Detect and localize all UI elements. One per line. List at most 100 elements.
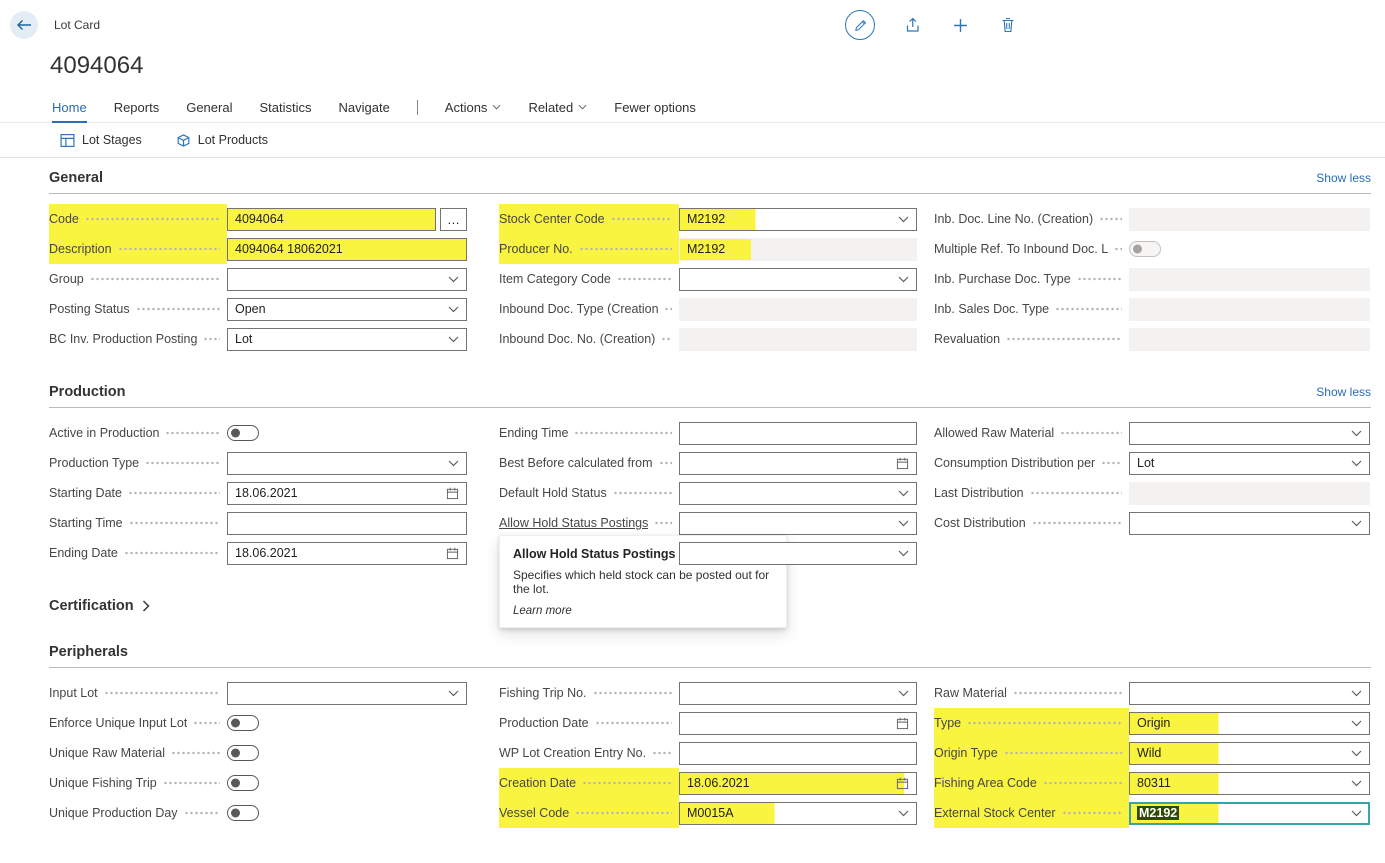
dotted-leader <box>1060 431 1122 435</box>
show-less-link[interactable]: Show less <box>1316 171 1371 185</box>
tab-related[interactable]: Related <box>528 92 587 122</box>
tab-label: Related <box>528 100 573 115</box>
label-group: Code <box>49 204 227 234</box>
field-fishing-area-code-select[interactable]: 80311 <box>1129 772 1370 795</box>
tooltip-learn-more-link[interactable]: Learn more <box>513 605 773 617</box>
lot-stages-button[interactable]: Lot Stages <box>60 133 142 148</box>
tab-home[interactable]: Home <box>52 92 87 122</box>
field-production-date-label: Production Date <box>499 716 589 730</box>
field-code-assist-button[interactable]: … <box>440 208 467 231</box>
share-button[interactable] <box>901 10 923 40</box>
field-last-distribution-input <box>1129 482 1370 505</box>
field-item-category-code-select[interactable] <box>679 268 917 291</box>
field-group-select[interactable] <box>227 268 467 291</box>
field-unique-fishing-trip-toggle[interactable] <box>227 775 259 791</box>
tab-statistics[interactable]: Statistics <box>259 92 311 122</box>
dotted-leader <box>611 217 672 221</box>
field-control <box>1129 241 1370 257</box>
tab-actions[interactable]: Actions <box>445 92 502 122</box>
field-production-date-date-input[interactable] <box>679 712 917 735</box>
tab-divider <box>417 100 418 115</box>
field-raw-material-select[interactable] <box>1129 682 1370 705</box>
field-fishing-trip-no-label: Fishing Trip No. <box>499 686 587 700</box>
section-title-certification[interactable]: Certification <box>49 598 134 614</box>
field-row-production-date: Production Date <box>499 708 917 738</box>
field-vessel-code-label: Vessel Code <box>499 806 569 820</box>
section-title-general[interactable]: General <box>49 170 103 186</box>
field-inbound-doc-no-creation-input <box>679 328 917 351</box>
field-allow-hold-status-postings-select[interactable] <box>679 512 917 535</box>
field-posting-status-select[interactable]: Open <box>227 298 467 321</box>
field-control <box>1129 268 1370 291</box>
tab-navigate[interactable]: Navigate <box>338 92 389 122</box>
new-button[interactable] <box>949 10 971 40</box>
field-fishing-trip-no-select[interactable] <box>679 682 917 705</box>
label-group: Unique Production Day <box>49 798 227 828</box>
field-stock-center-code-select[interactable]: M2192 <box>679 208 917 231</box>
section-title-peripherals[interactable]: Peripherals <box>49 644 128 660</box>
dotted-leader <box>129 521 220 525</box>
field-value: 18.06.2021 <box>235 546 446 560</box>
field-consumption-distribution-per-select[interactable]: Lot <box>1129 452 1370 475</box>
dotted-leader <box>664 307 672 311</box>
field-ending-date-date-input[interactable]: 18.06.2021 <box>227 542 467 565</box>
lot-products-button[interactable]: Lot Products <box>176 133 268 148</box>
field-production-type-select[interactable] <box>227 452 467 475</box>
field-description-input[interactable]: 4094064 18062021 <box>227 238 467 261</box>
field-cost-distribution-select[interactable] <box>1129 512 1370 535</box>
field-ending-time-input[interactable] <box>679 422 917 445</box>
field-inb-sales-doc-type-input <box>1129 298 1370 321</box>
dotted-leader <box>203 337 220 341</box>
field-type-label: Type <box>934 716 961 730</box>
field-control: 4094064 18062021 <box>227 238 467 261</box>
back-button[interactable] <box>10 11 38 39</box>
field-control: Lot <box>227 328 467 351</box>
field-row-multiple-ref-to-inbound-doc-l: Multiple Ref. To Inbound Doc. L... <box>934 234 1370 264</box>
field-external-stock-center-select[interactable]: M2192 <box>1129 802 1370 825</box>
field-production-type-label: Production Type <box>49 456 139 470</box>
field-starting-time-input[interactable] <box>227 512 467 535</box>
field-unique-production-day-label: Unique Production Day <box>49 806 178 820</box>
tab-reports[interactable]: Reports <box>114 92 160 122</box>
field-unique-production-day-toggle[interactable] <box>227 805 259 821</box>
field-allowed-raw-material-label: Allowed Raw Material <box>934 426 1054 440</box>
field-wp-lot-creation-entry-no-input[interactable] <box>679 742 917 765</box>
field-inb-purchase-doc-type-input <box>1129 268 1370 291</box>
field-origin-type-select[interactable]: Wild <box>1129 742 1370 765</box>
label-group: WP Lot Creation Entry No. <box>499 738 679 768</box>
field-bc-inv-production-posting-select[interactable]: Lot <box>227 328 467 351</box>
show-less-link[interactable]: Show less <box>1316 385 1371 399</box>
field-control <box>679 712 917 735</box>
field-default-hold-status-select[interactable] <box>679 482 917 505</box>
tab-general[interactable]: General <box>186 92 232 122</box>
section-title-production[interactable]: Production <box>49 384 126 400</box>
field-control: Wild <box>1129 742 1370 765</box>
label-group: Best Before calculated from <box>499 448 679 478</box>
field-code-input[interactable]: 4094064 <box>227 208 436 231</box>
chevron-down-icon <box>578 104 587 110</box>
field-multiple-ref-to-inbound-doc-l-toggle[interactable] <box>1129 241 1161 257</box>
delete-button[interactable] <box>997 10 1019 40</box>
field-allow-hold-status-postings-label[interactable]: Allow Hold Status Postings <box>499 516 648 530</box>
field-allowed-raw-material-select[interactable] <box>1129 422 1370 445</box>
dotted-leader <box>1030 491 1122 495</box>
field-unique-raw-material-toggle[interactable] <box>227 745 259 761</box>
field-starting-date-date-input[interactable]: 18.06.2021 <box>227 482 467 505</box>
dotted-leader <box>1077 277 1122 281</box>
chevron-down-icon <box>898 520 909 527</box>
field-row-origin-type: Origin TypeWild <box>934 738 1370 768</box>
field-input-lot-select[interactable] <box>227 682 467 705</box>
field-best-before-calculated-from-date-input[interactable] <box>679 452 917 475</box>
tab-fewer-options[interactable]: Fewer options <box>614 92 696 122</box>
field-enforce-unique-input-lot-toggle[interactable] <box>227 715 259 731</box>
field-control: M2192 <box>679 208 917 231</box>
field-creation-date-date-input[interactable]: 18.06.2021 <box>679 772 917 795</box>
field-field-select[interactable] <box>679 542 917 565</box>
field-row-ending-date: Ending Date18.06.2021 <box>49 538 467 568</box>
edit-button[interactable] <box>845 10 875 40</box>
field-vessel-code-select[interactable]: M0015A <box>679 802 917 825</box>
field-active-in-production-toggle[interactable] <box>227 425 259 441</box>
field-control <box>227 775 467 791</box>
label-group: Inbound Doc. No. (Creation) <box>499 324 679 354</box>
field-type-select[interactable]: Origin <box>1129 712 1370 735</box>
